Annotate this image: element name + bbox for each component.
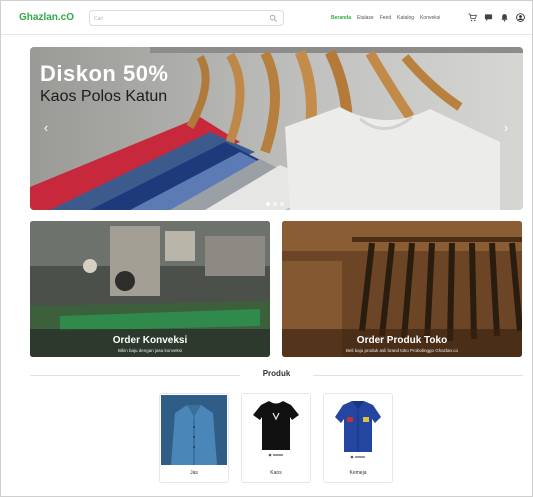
nav-icons <box>468 12 525 22</box>
product-image <box>243 395 309 465</box>
slide-dot-1[interactable] <box>266 202 270 206</box>
nav-link-etalase[interactable]: Etalase <box>357 15 374 21</box>
chat-icon[interactable] <box>484 12 493 22</box>
navbar: Ghazlan.cO Beranda Etalase Feed Katalog … <box>1 1 532 35</box>
products-section-header: Produk <box>30 369 523 381</box>
brand-logo[interactable]: Ghazlan.cO <box>19 12 74 23</box>
promo-card-produk-toko[interactable]: Order Produk Toko Beli baju produk asli … <box>282 221 522 357</box>
section-title: Produk <box>262 369 291 378</box>
bell-icon[interactable] <box>500 12 509 22</box>
product-name: Jas <box>190 470 198 476</box>
promo-title: Order Produk Toko <box>356 335 448 346</box>
search-icon[interactable] <box>269 14 278 23</box>
search-input[interactable] <box>94 13 264 24</box>
nav-link-feed[interactable]: Feed <box>380 15 391 21</box>
nav-links: Beranda Etalase Feed Katalog Konveksi <box>331 15 440 21</box>
product-card-kemeja[interactable]: Kemeja <box>323 393 393 483</box>
product-name: Kaos <box>270 470 282 476</box>
product-card-jas[interactable]: Jas <box>159 393 229 483</box>
nav-link-beranda[interactable]: Beranda <box>331 15 351 21</box>
promo-description: Bikin baju dengan jasa konveksi <box>117 348 183 353</box>
divider <box>313 375 523 376</box>
product-image <box>161 395 227 465</box>
page: Ghazlan.cO Beranda Etalase Feed Katalog … <box>0 0 533 497</box>
slide-dot-3[interactable] <box>280 202 284 206</box>
prev-slide-button[interactable]: ‹ <box>40 121 52 135</box>
slide-dot-2[interactable] <box>273 202 277 206</box>
hero-banner[interactable]: Diskon 50% Kaos Polos Katun ‹ › <box>30 47 523 210</box>
search-box[interactable] <box>89 10 284 26</box>
nav-link-konveksi[interactable]: Konveksi <box>420 15 440 21</box>
product-name: Kemeja <box>349 470 367 476</box>
promo-description: Beli baju produk asli brand toko Proboli… <box>345 348 459 353</box>
promo-card-konveksi[interactable]: Order Konveksi Bikin baju dengan jasa ko… <box>30 221 270 357</box>
hero-title: Diskon 50% <box>40 61 169 86</box>
next-slide-button[interactable]: › <box>500 121 512 135</box>
slide-indicators <box>266 202 284 206</box>
product-image <box>325 395 391 465</box>
hero-subtitle: Kaos Polos Katun <box>40 88 168 105</box>
user-icon[interactable] <box>516 12 525 22</box>
product-card-kaos[interactable]: Kaos <box>241 393 311 483</box>
cart-icon[interactable] <box>468 12 477 22</box>
nav-link-katalog[interactable]: Katalog <box>397 15 414 21</box>
promo-title: Order Konveksi <box>112 335 188 346</box>
